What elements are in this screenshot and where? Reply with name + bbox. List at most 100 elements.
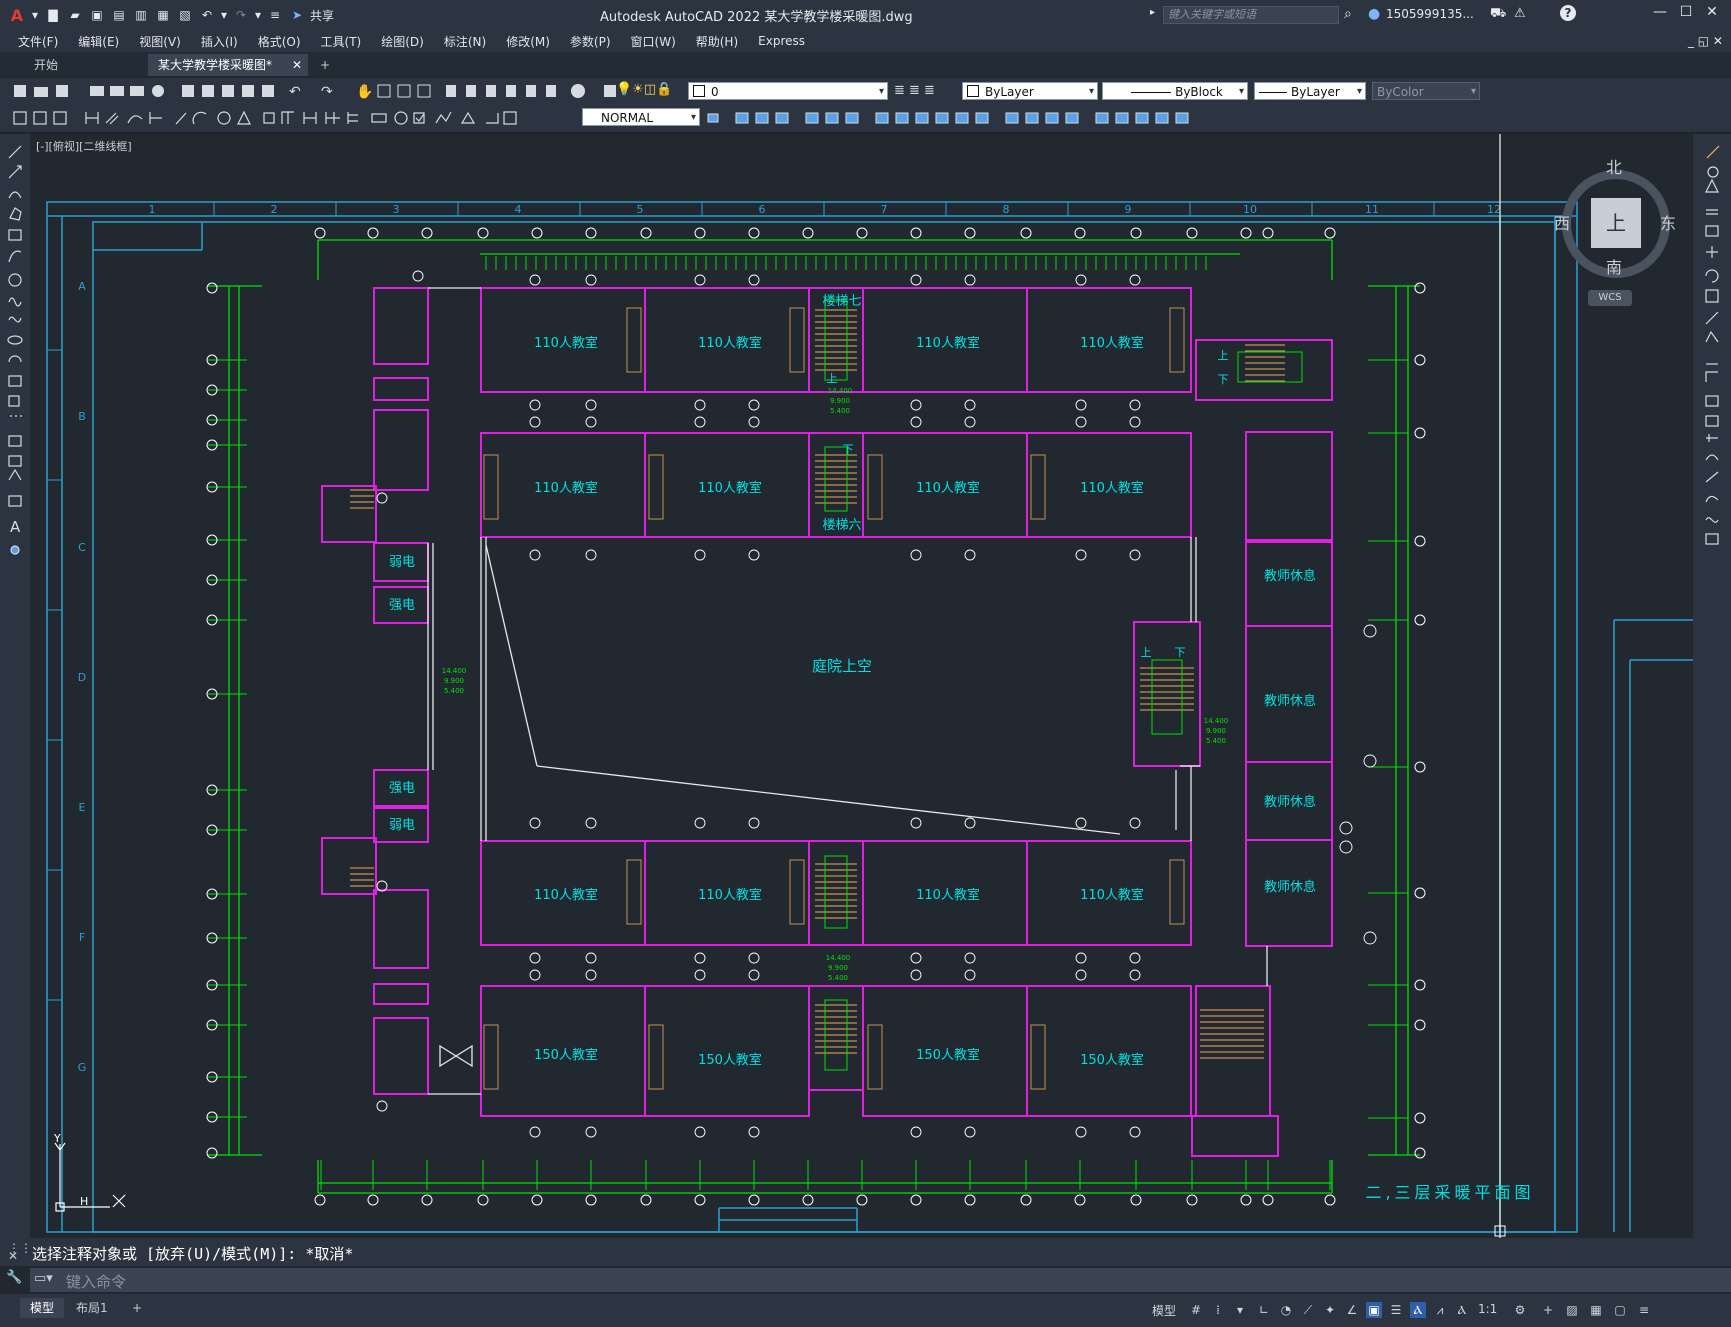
plot-icon[interactable]: ▧ [176,7,194,23]
chevron-down-icon: ▾ [1238,86,1244,97]
color-dropdown[interactable]: ByLayer ▾ [962,82,1098,100]
menu-parametric[interactable]: 参数(P) [560,33,621,50]
menu-view[interactable]: 视图(V) [129,33,191,50]
customize-qat-icon[interactable]: ≡ [266,7,284,23]
annotation-scale-value[interactable]: 1:1 [1478,1302,1497,1316]
open-file-icon[interactable]: ▰ [66,7,84,23]
undo-icon[interactable]: ↶ [198,7,216,23]
dimstyle-dropdown[interactable]: NORMAL ▾ [582,108,700,126]
share-button[interactable]: 共享 [310,7,334,24]
annotation-visibility-icon[interactable]: Ⲁ [1410,1302,1426,1318]
viewcube-top-face[interactable]: 上 [1591,198,1641,248]
menu-file[interactable]: 文件(F) [8,33,68,50]
compass-north[interactable]: 北 [1606,154,1622,178]
layer-dropdown[interactable]: 0 ▾ [688,82,888,100]
search-icon[interactable]: ⌕ [1344,6,1352,22]
add-layout-icon[interactable]: + [122,1298,152,1318]
dimension-toolbar-icons[interactable] [6,109,526,127]
lineweight-icon[interactable]: ☰ [1388,1302,1404,1318]
user-icon[interactable]: ● [1368,6,1380,22]
grid-icon[interactable]: # [1188,1302,1204,1318]
menu-edit[interactable]: 编辑(E) [68,33,129,50]
redo-icon[interactable]: ↷ [232,7,250,23]
command-grip-icon[interactable]: ⋮⋮ ✕ [8,1242,32,1262]
tab-model[interactable]: 模型 [20,1298,65,1318]
hardware-acceleration-icon[interactable]: ▦ [1588,1302,1604,1318]
viewcube[interactable]: 上 北 南 西 东 WCS [1554,150,1693,310]
snap-icon[interactable]: ⁞ [1210,1302,1226,1318]
plotstyle-dropdown[interactable]: ByColor ▾ [1372,82,1480,100]
viewport-controls[interactable]: [-][俯视][二维线框] [36,138,132,154]
menu-express[interactable]: Express [748,34,815,48]
menu-modify[interactable]: 修改(M) [496,33,560,50]
undo-dropdown-icon[interactable]: ▾ [220,7,228,23]
autodesk-app-icon[interactable]: ⚠ [1514,6,1526,21]
drawing-canvas[interactable]: 1 2 3 4 5 6 7 8 9 10 11 12 A B C D E F G [30,134,1693,1238]
layer-tools-icons[interactable]: ≣ ≣ ≣ [894,83,935,98]
object-snap-tracking-icon[interactable]: ✦ [1322,1302,1338,1318]
app-menu-chevron-icon[interactable]: ▾ [30,7,40,23]
new-tab-icon[interactable]: + [310,54,340,76]
standard-toolbar-icons[interactable]: ↶ ↷ ✋ [6,82,706,100]
column-label: 9 [1125,203,1132,216]
model-space-button[interactable]: 模型 [1152,1302,1176,1319]
tab-layout1[interactable]: 布局1 [66,1298,118,1318]
search-input[interactable]: 键入关键字或短语 [1163,6,1339,24]
save-as-icon[interactable]: ▤ [110,7,128,23]
modify-toolbar-icons[interactable] [706,109,1226,127]
modify-side-icons[interactable] [1693,142,1731,562]
menu-insert[interactable]: 插入(I) [191,33,248,50]
open-web-icon[interactable]: ▥ [132,7,150,23]
add-icon[interactable]: + [1540,1302,1556,1318]
menu-tools[interactable]: 工具(T) [311,33,372,50]
isodraft-icon[interactable]: ⟋ [1300,1302,1316,1318]
menu-help[interactable]: 帮助(H) [686,33,748,50]
close-icon[interactable]: ✕ [1699,4,1725,20]
polar-icon[interactable]: ◔ [1278,1302,1294,1318]
maximize-icon[interactable]: ☐ [1673,4,1699,20]
compass-south[interactable]: 南 [1606,254,1622,278]
menu-window[interactable]: 窗口(W) [621,33,686,50]
layer-state-icons[interactable]: 💡☀◫🔒 [616,82,672,97]
dynamic-ucs-icon[interactable]: ▣ [1366,1302,1382,1318]
clean-screen-icon[interactable]: ▢ [1612,1302,1628,1318]
tab-drawing[interactable]: 某大学教学楼采暖图* ✕ [148,54,308,76]
menu-draw[interactable]: 绘图(D) [371,33,434,50]
wrench-icon[interactable]: 🔧 [6,1270,22,1285]
ortho-icon[interactable]: ∟ [1256,1302,1272,1318]
menu-format[interactable]: 格式(O) [248,33,311,50]
lineweight-dropdown[interactable]: ByLayer ▾ [1254,82,1366,100]
doc-window-controls[interactable]: _ ◱ ✕ [1688,34,1723,48]
tab-start[interactable]: 开始 [24,54,164,76]
search-expand-icon[interactable]: ▸ [1150,7,1155,18]
close-tab-icon[interactable]: ✕ [292,54,302,76]
cart-icon[interactable]: ⛟ [1490,6,1506,23]
column-label: 6 [759,203,766,216]
isolate-objects-icon[interactable]: ▨ [1564,1302,1580,1318]
command-prompt-icon[interactable]: ▭▾ [34,1271,53,1286]
redo-dropdown-icon[interactable]: ▾ [254,7,262,23]
app-logo-button[interactable]: A [8,6,26,25]
save-icon[interactable]: ▣ [88,7,106,23]
user-account[interactable]: 1505999135... [1386,7,1474,21]
compass-west[interactable]: 西 [1554,210,1570,234]
dimstyle-value: NORMAL [601,111,654,125]
help-icon[interactable]: ? [1560,5,1576,21]
customize-icon[interactable]: ≡ [1636,1302,1652,1318]
autoscale-icon[interactable]: ⩘ [1432,1302,1448,1318]
gear-icon[interactable]: ⚙ [1512,1302,1528,1318]
draw-toolbar-icons[interactable]: A [0,140,30,600]
osnap-icon[interactable]: ∠ [1344,1302,1360,1318]
save-web-icon[interactable]: ▦ [154,7,172,23]
new-file-icon[interactable]: ▇ [44,7,62,23]
linetype-dropdown[interactable]: ByBlock ▾ [1102,82,1248,100]
minimize-icon[interactable]: — [1647,4,1673,20]
wcs-menu[interactable]: WCS [1588,290,1632,306]
snap-dropdown-icon[interactable]: ▾ [1232,1302,1248,1318]
menu-dimension[interactable]: 标注(N) [434,33,496,50]
compass-east[interactable]: 东 [1660,210,1676,234]
share-icon[interactable]: ➤ [288,7,306,23]
stair-label: 楼梯七 [822,294,861,309]
annotation-scale-icon[interactable]: Ⲁ [1454,1302,1470,1318]
command-input[interactable]: ▭▾ 键入命令 [30,1268,1731,1292]
